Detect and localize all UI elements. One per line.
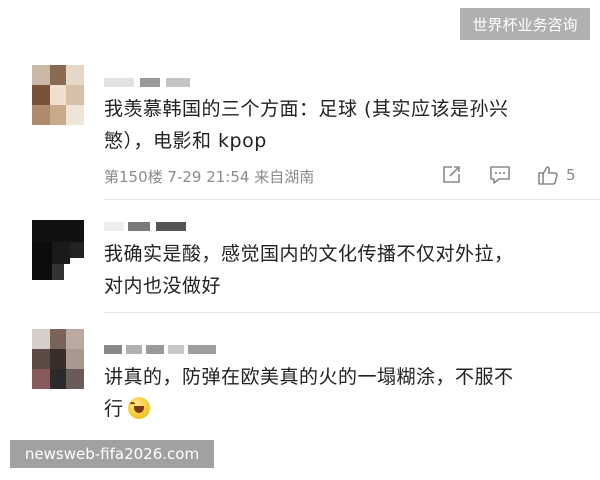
- username-blurred[interactable]: [104, 78, 194, 87]
- comment-meta-info: 第150楼 7-29 21:54 来自湖南: [104, 168, 315, 186]
- thumbs-up-icon: [538, 166, 558, 185]
- watermark-bottom-label: newsweb-fifa2026.com: [10, 440, 214, 468]
- comment-item-3: 讲真的，防弹在欧美真的火的一塌糊涂，不服不 行: [0, 313, 600, 433]
- username-blurred[interactable]: [104, 345, 224, 354]
- like-count: 5: [566, 166, 576, 184]
- comment-text: 我确实是酸，感觉国内的文化传播不仅对外拉， 对内也没做好: [104, 243, 514, 297]
- avatar[interactable]: [32, 329, 84, 389]
- comment-icon: [490, 166, 510, 184]
- comment-meta-row: 第150楼 7-29 21:54 来自湖南 5: [104, 163, 584, 187]
- avatar[interactable]: [32, 220, 84, 280]
- username-blurred[interactable]: [104, 222, 194, 231]
- comment-item-1: 我羡慕韩国的三个方面：足球 (其实应该是孙兴 慜），电影和 kpop 第150楼…: [0, 0, 600, 200]
- share-icon: [443, 166, 460, 183]
- comment-text: 我羡慕韩国的三个方面：足球 (其实应该是孙兴 慜），电影和 kpop: [104, 98, 509, 152]
- comment-item-2: 我确实是酸，感觉国内的文化传播不仅对外拉， 对内也没做好: [0, 200, 600, 310]
- like-button[interactable]: 5: [536, 163, 576, 187]
- share-button[interactable]: [440, 163, 462, 187]
- comment-text: 讲真的，防弹在欧美真的火的一塌糊涂，不服不 行: [104, 366, 514, 420]
- comment-button[interactable]: [488, 163, 512, 187]
- laughing-crying-emoji: [127, 397, 150, 419]
- avatar[interactable]: [32, 65, 84, 125]
